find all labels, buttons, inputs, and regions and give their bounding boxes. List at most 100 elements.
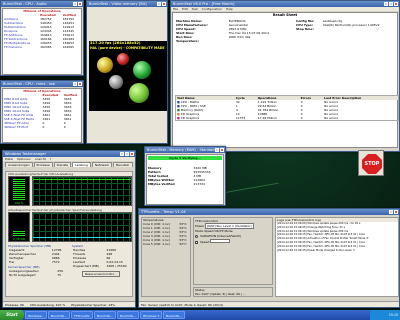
taskbar-item[interactable]: Windows T... <box>140 311 162 319</box>
system-tray: 15:10 <box>370 310 400 320</box>
memory-results-panel: Cycle 1 Verifying... Memory 3400 MB Patte… <box>146 154 224 205</box>
cpu-mmx-window[interactable]: BurnInTest - CPU - mmx - sse Millions of… <box>0 80 84 144</box>
fan-control-window[interactable]: TTPcorefix - Temp: V1.04 Temperatures Co… <box>138 208 400 308</box>
close-icon[interactable] <box>162 2 166 6</box>
taskmgr-statusbar: Prozesse: 66 CPU-Auslastung: 100 % Physi… <box>3 301 135 307</box>
cpu-history-graph <box>32 176 132 206</box>
row-label: Frei <box>9 260 15 264</box>
minimize-icon[interactable] <box>120 152 124 156</box>
memory-window-titlebar[interactable]: BurnInTest - Memory (RAM) - Standard <box>145 147 225 153</box>
taskbar-item[interactable]: Windows... <box>25 311 47 319</box>
memory-usage-value: 2,38 GB <box>12 237 26 241</box>
maximize-icon[interactable] <box>125 152 129 156</box>
row-value: 213724 <box>193 182 205 186</box>
cpu-ops-table: Executed Verified Additions 182752 182752 … <box>3 13 81 49</box>
test-errors: 0 <box>300 116 303 120</box>
tab-prozesse[interactable]: Prozesse <box>33 162 53 167</box>
memory-usage-meter: 2,38 GB <box>8 212 30 242</box>
memory-history-graph <box>32 212 132 242</box>
cpu-usage-meter: 100 % <box>8 176 30 206</box>
cpu-window-title: BurnInTest - CPU - Audio <box>3 2 47 6</box>
task-manager-window[interactable]: Windows Taskmanager Datei Optionen Ansic… <box>2 150 136 308</box>
main-window-titlebar[interactable]: BurnInTest V6.0 Pro - [Free Month] <box>171 1 399 7</box>
memory-test-window[interactable]: BurnInTest - Memory (RAM) - Standard Cyc… <box>144 146 226 206</box>
menu-file[interactable]: File <box>173 7 178 11</box>
taskmgr-titlebar[interactable]: Windows Taskmanager <box>3 151 135 157</box>
row-label: 3DNow! FP Mult <box>4 125 28 129</box>
render-sphere <box>97 57 113 73</box>
speed-checkbox[interactable] <box>195 240 198 244</box>
performance-panel: CPU-Auslastung Verlauf der CPU-Auslastun… <box>5 171 133 297</box>
menu-help[interactable]: ? <box>50 157 52 161</box>
table-row: Frei 7570 <box>8 260 68 264</box>
burnintest-main-window[interactable]: BurnInTest V6.0 Pro - [Free Month] File … <box>170 0 400 152</box>
system-group: System Handles 21986 Threads 948 Prozesse 6… <box>72 244 132 277</box>
cpu-maths-window[interactable]: BurnInTest - CPU - Audio Millions of Ope… <box>0 0 84 76</box>
test-ops: 17.26 Million <box>257 116 277 120</box>
machine-info-left: Machine Name: ELITEBOOK CPU Manufacturer:… <box>175 19 293 43</box>
menu-datei[interactable]: Datei <box>5 157 13 161</box>
speed-label: Speed <box>199 240 210 244</box>
table-row: Zugesichert (MB) 3268 / 25590 <box>72 264 132 268</box>
menu-configuration[interactable]: Configuration <box>202 7 222 11</box>
minimize-icon[interactable] <box>73 82 77 86</box>
mmx-window-titlebar[interactable]: BurnInTest - CPU - mmx - sse <box>1 81 83 87</box>
close-icon[interactable] <box>394 2 398 6</box>
taskbar-item[interactable]: BurnInTe... <box>94 311 116 319</box>
mode-radio[interactable] <box>195 234 198 238</box>
cpu-usage-fill <box>13 179 25 201</box>
info-label: Temperature: <box>176 39 199 43</box>
taskbar-item[interactable]: BurnInTe... <box>163 311 185 319</box>
taskbar-item[interactable]: BurnInTe... <box>48 311 70 319</box>
close-icon[interactable] <box>78 82 82 86</box>
close-icon[interactable] <box>78 2 82 6</box>
tab-anwendungen[interactable]: Anwendungen <box>5 162 33 167</box>
maximize-icon[interactable] <box>389 2 393 6</box>
mmx-results-panel: Millions of Operations Executed Verified… <box>2 88 82 143</box>
tray-clock[interactable]: 15:10 <box>389 313 398 317</box>
menu-edit[interactable]: Edit <box>182 7 188 11</box>
table-row: 3DNow! FP Mult 0 0 <box>3 125 81 129</box>
close-icon[interactable] <box>394 210 398 214</box>
executed-value: 0 <box>42 125 45 129</box>
close-icon[interactable] <box>220 148 224 152</box>
mmx-ops-table: Executed Verified MMX 8-bit Adds 3456 3456… <box>3 93 81 129</box>
video-memory-window[interactable]: BurnInTest - Video memory [Bit] 317.20 f… <box>86 0 168 144</box>
taskbar-item[interactable]: BurnInTe... <box>117 311 139 319</box>
minimize-icon[interactable] <box>389 210 393 214</box>
minimize-icon[interactable] <box>73 2 77 6</box>
table-row: MBytes Verified 213724 <box>147 182 223 186</box>
start-button[interactable]: Start <box>0 310 24 320</box>
stop-button[interactable]: STOP <box>358 150 384 176</box>
resource-monitor-button[interactable]: Ressourcenmonitor... <box>82 271 120 277</box>
status-memory: Physikalischer Speicher: 18% <box>71 303 116 307</box>
close-icon[interactable] <box>130 152 134 156</box>
tab-dienste[interactable]: Dienste <box>53 162 72 167</box>
menu-test[interactable]: Test <box>192 7 198 11</box>
tab-netzwerk[interactable]: Netzwerk <box>91 162 113 167</box>
status-text: Fan: 0x07 (Update: 6) | Rest: OK | ... <box>195 292 246 296</box>
speed-select[interactable] <box>210 239 231 243</box>
minimize-icon[interactable] <box>384 2 388 6</box>
taskbar-item[interactable]: TTPcorefix <box>71 311 93 319</box>
fan-window-titlebar[interactable]: TTPcorefix - Temp: V1.04 <box>139 209 399 215</box>
tab-benutzer[interactable]: Benutzer <box>113 162 133 167</box>
main-menubar: File Edit Test Configuration Help <box>171 7 399 11</box>
memory-status-banner: Cycle 1 Verifying... <box>148 156 222 160</box>
row-value: 7570 <box>51 260 60 264</box>
render-sphere <box>133 61 151 79</box>
video-window-titlebar[interactable]: BurnInTest - Video memory [Bit] <box>87 1 167 7</box>
menu-help[interactable]: Help <box>226 7 233 11</box>
mode-label: Mode <box>195 229 204 233</box>
tab-leistung[interactable]: Leistung <box>72 162 91 167</box>
cpu-window-titlebar[interactable]: BurnInTest - CPU - Audio <box>1 1 83 7</box>
test-row[interactable]: ■ 3D Graphics 11375 17.26 Million 0 No error… <box>176 116 399 121</box>
log-line: [2014-12-04 15:09:35] Power Mode changed… <box>277 248 355 252</box>
core-label: Core 5 (VID: 1.1v) <box>143 242 170 246</box>
menu-optionen[interactable]: Optionen <box>17 157 31 161</box>
3d-render-viewport: 317.20 fps (264x168x32) HAL (pure device… <box>89 41 167 111</box>
fan-window-title: TTPcorefix - Temp: V1.04 <box>141 210 186 214</box>
menu-ansicht[interactable]: Ansicht <box>35 157 46 161</box>
minimize-icon[interactable] <box>215 148 219 152</box>
minimize-icon[interactable] <box>157 2 161 6</box>
